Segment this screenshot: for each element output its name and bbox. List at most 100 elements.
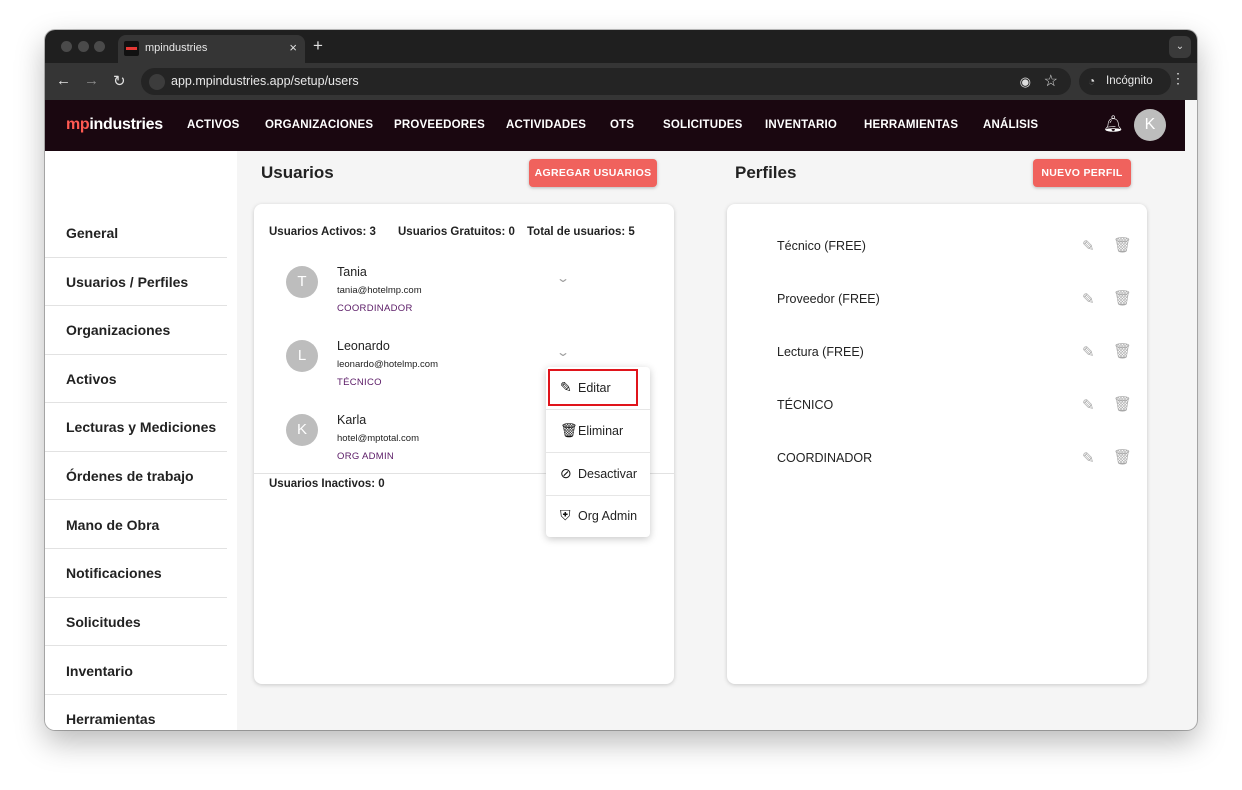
trash-icon[interactable]: 🗑︎ bbox=[1113, 236, 1132, 254]
tab-close-icon[interactable]: × bbox=[289, 40, 297, 55]
user-name: Leonardo bbox=[337, 339, 390, 353]
sidebar-item-inventario[interactable]: Inventario bbox=[66, 663, 133, 679]
pencil-icon[interactable]: ✎ bbox=[1082, 449, 1095, 467]
sidebar-divider bbox=[45, 451, 227, 452]
trash-icon[interactable]: 🗑︎ bbox=[1113, 448, 1132, 466]
free-users-count: Usuarios Gratuitos: 0 bbox=[398, 226, 515, 238]
avatar: T bbox=[286, 266, 318, 298]
user-actions-menu: ✎ Editar 🗑︎ Eliminar ⊘ Desactivar ⛨ Org … bbox=[546, 367, 650, 537]
profile-name: Lectura (FREE) bbox=[777, 345, 864, 359]
trash-icon[interactable]: 🗑︎ bbox=[1113, 342, 1132, 360]
menu-item-label: Desactivar bbox=[578, 467, 638, 481]
sidebar-divider bbox=[45, 354, 227, 355]
user-avatar[interactable]: K bbox=[1134, 109, 1166, 141]
sidebar-item-herramientas[interactable]: Herramientas bbox=[66, 711, 156, 727]
incognito-icon: ◔ bbox=[1088, 74, 1096, 88]
window-zoom-dot[interactable] bbox=[94, 41, 105, 52]
forward-icon[interactable]: → bbox=[84, 72, 99, 89]
browser-window: mpindustries × + ⌄ ← → ↻ app.mpindustrie… bbox=[45, 30, 1197, 730]
address-bar[interactable]: app.mpindustries.app/setup/users ◉ ☆ bbox=[141, 68, 1071, 95]
nav-herramientas[interactable]: HERRAMIENTAS bbox=[864, 119, 958, 131]
browser-tab[interactable]: mpindustries × bbox=[118, 35, 305, 63]
eye-off-icon[interactable]: ◉ bbox=[1020, 74, 1031, 90]
sidebar-item-lecturas[interactable]: Lecturas y Mediciones bbox=[66, 419, 216, 435]
menu-item-eliminar[interactable]: 🗑︎ Eliminar bbox=[546, 410, 650, 452]
tab-title: mpindustries bbox=[145, 42, 208, 54]
url-text[interactable]: app.mpindustries.app/setup/users bbox=[171, 74, 359, 88]
user-email: hotel@mptotal.com bbox=[337, 433, 419, 444]
user-name: Karla bbox=[337, 413, 367, 427]
browser-menu-icon[interactable]: ⋮ bbox=[1171, 70, 1185, 87]
user-email: tania@hotelmp.com bbox=[337, 285, 422, 296]
sidebar-divider bbox=[45, 694, 227, 695]
nav-proveedores[interactable]: PROVEEDORES bbox=[394, 119, 485, 131]
nav-ots[interactable]: OTS bbox=[610, 119, 634, 131]
sidebar-item-notificaciones[interactable]: Notificaciones bbox=[66, 565, 162, 581]
profile-name: COORDINADOR bbox=[777, 451, 873, 465]
new-profile-button[interactable]: NUEVO PERFIL bbox=[1033, 159, 1131, 187]
active-users-count: Usuarios Activos: 3 bbox=[269, 226, 376, 238]
nav-analisis[interactable]: ANÁLISIS bbox=[983, 119, 1038, 131]
tab-strip: mpindustries × + ⌄ bbox=[45, 30, 1197, 63]
site-info-icon[interactable] bbox=[149, 74, 165, 90]
sidebar-item-usuarios-perfiles[interactable]: Usuarios / Perfiles bbox=[66, 274, 188, 290]
settings-sidebar: General Usuarios / Perfiles Organizacion… bbox=[45, 151, 237, 730]
bookmark-star-icon[interactable]: ☆ bbox=[1044, 71, 1058, 91]
sidebar-item-activos[interactable]: Activos bbox=[66, 371, 117, 387]
sidebar-divider bbox=[45, 402, 227, 403]
new-tab-button[interactable]: + bbox=[313, 36, 323, 56]
pencil-icon[interactable]: ✎ bbox=[1082, 343, 1095, 361]
avatar: L bbox=[286, 340, 318, 372]
trash-icon[interactable]: 🗑︎ bbox=[1113, 289, 1132, 307]
bell-icon[interactable]: 🔔︎ bbox=[1103, 114, 1123, 134]
selection-highlight bbox=[548, 369, 638, 406]
total-users-count: Total de usuarios: 5 bbox=[527, 226, 635, 238]
nav-actividades[interactable]: ACTIVIDADES bbox=[506, 119, 586, 131]
logo-industries: industries bbox=[89, 116, 163, 133]
shield-icon: ⛨ bbox=[560, 507, 571, 523]
profile-name: TÉCNICO bbox=[777, 398, 834, 412]
reload-icon[interactable]: ↻ bbox=[113, 72, 126, 90]
window-minimize-dot[interactable] bbox=[78, 41, 89, 52]
sidebar-divider bbox=[45, 645, 227, 646]
favicon-icon bbox=[124, 41, 139, 56]
sidebar-divider bbox=[45, 499, 227, 500]
menu-item-org-admin[interactable]: ⛨ Org Admin bbox=[546, 495, 650, 537]
sidebar-item-general[interactable]: General bbox=[66, 225, 118, 241]
sidebar-divider bbox=[45, 305, 227, 306]
sidebar-item-organizaciones[interactable]: Organizaciones bbox=[66, 322, 170, 338]
incognito-label: Incógnito bbox=[1106, 75, 1153, 87]
nav-activos[interactable]: ACTIVOS bbox=[187, 119, 240, 131]
sidebar-item-ordenes[interactable]: Órdenes de trabajo bbox=[66, 468, 194, 484]
sidebar-item-mano-de-obra[interactable]: Mano de Obra bbox=[66, 517, 159, 533]
pencil-icon[interactable]: ✎ bbox=[1082, 237, 1095, 255]
menu-item-editar[interactable]: ✎ Editar bbox=[546, 367, 650, 409]
app-logo[interactable]: mpindustries bbox=[66, 116, 163, 134]
pencil-icon[interactable]: ✎ bbox=[1082, 396, 1095, 414]
logo-mp: mp bbox=[66, 116, 90, 133]
pencil-icon[interactable]: ✎ bbox=[1082, 290, 1095, 308]
sidebar-item-solicitudes[interactable]: Solicitudes bbox=[66, 614, 141, 630]
tab-search-icon[interactable]: ⌄ bbox=[1169, 36, 1191, 58]
chevron-down-icon[interactable]: ⌄ bbox=[556, 271, 570, 285]
sidebar-divider bbox=[45, 257, 227, 258]
back-icon[interactable]: ← bbox=[56, 72, 71, 89]
profile-name: Proveedor (FREE) bbox=[777, 292, 880, 306]
trash-icon[interactable]: 🗑︎ bbox=[1113, 395, 1132, 413]
add-users-button[interactable]: AGREGAR USUARIOS bbox=[529, 159, 657, 187]
window-close-dot[interactable] bbox=[61, 41, 72, 52]
menu-item-label: Eliminar bbox=[578, 424, 624, 438]
nav-solicitudes[interactable]: SOLICITUDES bbox=[663, 119, 743, 131]
menu-item-desactivar[interactable]: ⊘ Desactivar bbox=[546, 453, 650, 495]
incognito-badge[interactable]: ◔ Incógnito bbox=[1079, 68, 1171, 95]
menu-item-label: Org Admin bbox=[578, 509, 638, 523]
inactive-users-count: Usuarios Inactivos: 0 bbox=[269, 478, 385, 490]
profile-name: Técnico (FREE) bbox=[777, 239, 866, 253]
avatar: K bbox=[286, 414, 318, 446]
nav-organizaciones[interactable]: ORGANIZACIONES bbox=[265, 119, 373, 131]
user-name: Tania bbox=[337, 265, 367, 279]
user-role: ORG ADMIN bbox=[337, 451, 395, 462]
nav-inventario[interactable]: INVENTARIO bbox=[765, 119, 837, 131]
chevron-down-icon[interactable]: ⌄ bbox=[556, 345, 570, 359]
sidebar-divider bbox=[45, 597, 227, 598]
